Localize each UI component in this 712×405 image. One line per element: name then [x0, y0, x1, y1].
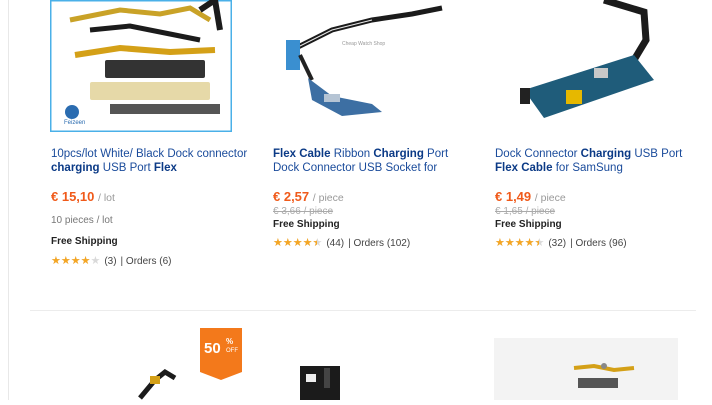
shipping-label: Free Shipping	[495, 219, 562, 230]
title-part: 10pcs/lot White/ Black Dock connector	[51, 148, 248, 160]
review-count[interactable]: (3)	[104, 256, 116, 267]
price-value: € 1,49	[495, 189, 532, 204]
product-image[interactable]: Feizeen	[48, 0, 234, 134]
product-price: € 15,10 / lot	[51, 189, 115, 204]
rating-row: ★★★★★★★★★★ (32) | Orders (96)	[495, 237, 627, 250]
title-part: USB Port	[99, 162, 154, 174]
price-value: € 15,10	[51, 189, 95, 204]
review-count[interactable]: (44)	[326, 238, 344, 249]
star-rating-icon: ★★★★★★★★★★	[51, 255, 101, 267]
title-part: Flex Cable	[273, 148, 331, 160]
review-count[interactable]: (32)	[548, 238, 566, 249]
title-part: Flex	[153, 162, 177, 174]
shipping-label: Free Shipping	[273, 219, 340, 230]
left-border	[8, 0, 9, 400]
orders-count[interactable]: | Orders (6)	[121, 256, 172, 267]
product-image[interactable]	[290, 358, 350, 400]
row-divider	[30, 310, 696, 311]
title-part: Ribbon	[330, 148, 374, 160]
lot-info: 10 pieces / lot	[51, 215, 113, 226]
product-price: € 2,57 / piece	[273, 189, 344, 204]
star-rating-icon: ★★★★★★★★★★	[495, 237, 545, 249]
title-part: USB Port	[631, 148, 683, 160]
product-image[interactable]	[494, 338, 678, 400]
original-price: € 1,65 / piece	[495, 206, 556, 217]
discount-badge: 50 % OFF	[200, 328, 242, 380]
price-unit: / lot	[98, 192, 115, 204]
price-value: € 2,57	[273, 189, 310, 204]
title-part: for SamSung	[552, 162, 623, 174]
title-part: Dock Connector	[495, 148, 581, 160]
rating-row: ★★★★★★★★★★ (3) | Orders (6)	[51, 255, 172, 268]
product-image[interactable]	[494, 0, 676, 132]
product-title[interactable]: Flex Cable Ribbon Charging Port Dock Con…	[273, 147, 473, 175]
price-unit: / piece	[312, 192, 344, 204]
product-title[interactable]: Dock Connector Charging USB Port Flex Ca…	[495, 147, 695, 175]
orders-count[interactable]: | Orders (96)	[570, 238, 627, 249]
product-price: € 1,49 / piece	[495, 189, 566, 204]
discount-percent: %	[226, 337, 234, 346]
price-unit: / piece	[534, 192, 566, 204]
rating-row: ★★★★★★★★★★ (44) | Orders (102)	[273, 237, 410, 250]
product-image[interactable]: Cheap Watch Shop	[272, 0, 454, 132]
product-title[interactable]: 10pcs/lot White/ Black Dock connector ch…	[51, 147, 251, 175]
orders-count[interactable]: | Orders (102)	[348, 238, 410, 249]
brand-logo-text: Feizeen	[64, 120, 86, 126]
original-price: € 3,66 / piece	[273, 206, 334, 217]
title-part: Flex Cable	[495, 162, 553, 174]
title-part: charging	[51, 162, 100, 174]
shipping-label: Free Shipping	[51, 236, 118, 247]
title-part: Charging	[580, 148, 632, 160]
product-image[interactable]	[130, 358, 190, 400]
discount-number: 50	[204, 340, 221, 357]
discount-off-label: OFF	[226, 348, 238, 354]
svg-text:Cheap Watch Shop: Cheap Watch Shop	[342, 41, 385, 47]
title-part: Charging	[373, 148, 424, 160]
star-rating-icon: ★★★★★★★★★★	[273, 237, 323, 249]
